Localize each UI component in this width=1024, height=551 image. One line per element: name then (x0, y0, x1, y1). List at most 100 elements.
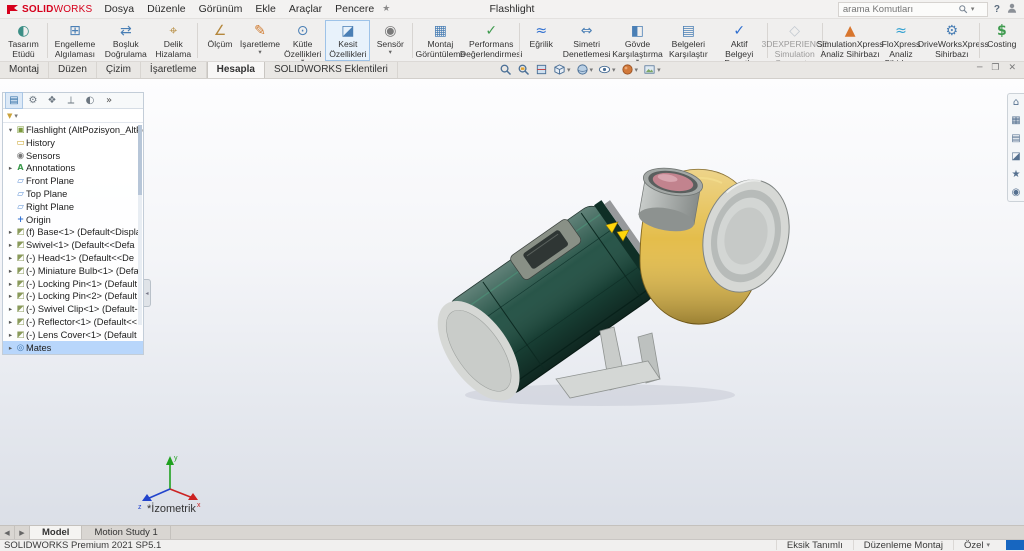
tree-filter[interactable]: ▼ ▾ (3, 109, 143, 123)
tree-item-locking-pin-2[interactable]: ▸(-) Locking Pin<2> (Default (3, 290, 143, 303)
tool-design-study[interactable]: Tasarım Etüdü (2, 20, 45, 61)
zoom-area-icon[interactable] (516, 63, 531, 76)
user-login-icon[interactable] (1006, 2, 1018, 17)
tab-isaretleme[interactable]: İşaretleme (141, 62, 207, 78)
tree-item-front-plane[interactable]: Front Plane (3, 175, 143, 188)
appearances-icon[interactable]: ★ (1012, 169, 1021, 180)
command-search[interactable]: ▾ (838, 2, 988, 17)
expander-icon[interactable]: ▸ (6, 164, 15, 172)
tree-item-miniature-bulb[interactable]: ▸(-) Miniature Bulb<1> (Defa (3, 264, 143, 277)
expander-icon[interactable]: ▸ (6, 267, 15, 275)
tool-hole-alignment[interactable]: Delik Hizalama (151, 20, 195, 61)
expander-icon[interactable]: ▸ (6, 331, 15, 339)
tree-item-lens-cover[interactable]: ▸(-) Lens Cover<1> (Default (3, 328, 143, 341)
expander-icon[interactable]: ▸ (6, 305, 15, 313)
minimize-icon[interactable]: ─ (977, 63, 982, 73)
home-icon[interactable]: ⌂ (1013, 97, 1019, 108)
tree-item-history[interactable]: History (3, 137, 143, 150)
menu-gorunum[interactable]: Görünüm (199, 3, 243, 15)
tree-item-right-plane[interactable]: Right Plane (3, 200, 143, 213)
tree-item-annotations[interactable]: ▸Annotations (3, 162, 143, 175)
apply-scene-icon[interactable]: ▾ (642, 63, 662, 76)
expander-icon[interactable]: ▸ (6, 344, 15, 352)
connection-status-indicator[interactable] (1006, 540, 1024, 550)
chevron-down-icon[interactable]: ▾ (657, 66, 661, 74)
restore-icon[interactable]: ❐ (991, 63, 999, 73)
pane-collapse-handle[interactable]: ◂ (144, 279, 151, 307)
displaymanager-tab-icon[interactable] (81, 93, 99, 108)
custom-properties-icon[interactable]: ◉ (1012, 187, 1021, 198)
tool-section-properties[interactable]: Kesit Özellikleri (325, 20, 370, 61)
tree-item-top-plane[interactable]: Top Plane (3, 188, 143, 201)
tool-compare-bodies[interactable]: Gövde Karşılaştırma▾ (612, 20, 663, 61)
tab-montaj[interactable]: Montaj (0, 62, 49, 78)
units-selector[interactable]: Özel ▾ (953, 540, 1000, 550)
expander-icon[interactable]: ▾ (6, 126, 15, 134)
tree-item-swivel[interactable]: ▸Swivel<1> (Default<<Defa (3, 239, 143, 252)
featuremanager-tab-icon[interactable] (5, 92, 23, 109)
tab-model[interactable]: Model (30, 526, 82, 539)
tree-item-origin[interactable]: Origin (3, 213, 143, 226)
tool-check-active-document[interactable]: Aktif Belgeyi Denetle▾ (714, 20, 765, 61)
tab-duzen[interactable]: Düzen (49, 62, 97, 78)
hide-show-items-icon[interactable]: ▾ (597, 63, 617, 76)
menu-dosya[interactable]: Dosya (104, 3, 134, 15)
file-explorer-icon[interactable]: ▤ (1011, 133, 1020, 144)
expander-icon[interactable]: ▸ (6, 280, 15, 288)
tab-hesapla[interactable]: Hesapla (207, 62, 265, 78)
scroll-right-icon[interactable]: ▶ (15, 526, 30, 539)
scroll-left-icon[interactable]: ◀ (0, 526, 15, 539)
tree-item-base[interactable]: ▸(f) Base<1> (Default<Displa (3, 226, 143, 239)
tree-item-mates[interactable]: ▸Mates (3, 341, 143, 354)
help-icon[interactable]: ? (994, 4, 1000, 15)
tool-simulation-connector[interactable]: 3DEXPERIENCE Simulation Connector (769, 20, 820, 61)
edit-appearance-icon[interactable]: ▾ (620, 63, 640, 76)
view-palette-icon[interactable]: ◪ (1011, 151, 1020, 162)
menu-pin-icon[interactable]: ★ (382, 4, 390, 14)
tree-item-sensors[interactable]: Sensors (3, 149, 143, 162)
tree-root[interactable]: ▾ Flashlight (AltPozisyon_AltPozi (3, 123, 143, 137)
chevron-down-icon[interactable]: ▾ (612, 66, 616, 74)
filter-funnel-icon[interactable]: ▼ (7, 112, 12, 120)
tool-performance-evaluation[interactable]: Performans Değerlendirmesi (466, 20, 517, 61)
section-view-icon[interactable] (534, 63, 549, 76)
tool-driveworksxpress[interactable]: DriveWorksXpress Sihirbazı (926, 20, 977, 61)
expander-icon[interactable]: ▸ (6, 292, 15, 300)
tool-interference-detection[interactable]: Engelleme Algılaması (50, 20, 101, 61)
pane-scrollbar[interactable] (138, 125, 142, 325)
tool-compare-documents[interactable]: Belgeleri Karşılaştır (663, 20, 714, 61)
tool-assembly-visualization[interactable]: Montaj Görüntüleme (415, 20, 466, 61)
tool-mass-properties[interactable]: Kütle Özellikleri▾ (280, 20, 325, 61)
dimxpertmanager-tab-icon[interactable] (62, 93, 80, 108)
graphics-area[interactable]: y x z *İzometrik ▼ ▾ ▾ Flashlight (AltPo… (0, 79, 1024, 525)
propertymanager-tab-icon[interactable] (24, 93, 42, 108)
tab-cizim[interactable]: Çizim (97, 62, 141, 78)
chevron-down-icon[interactable]: ▾ (567, 66, 571, 74)
tab-solidworks-eklentileri[interactable]: SOLIDWORKS Eklentileri (265, 62, 398, 78)
menu-pencere[interactable]: Pencere (335, 3, 374, 15)
search-icon[interactable] (958, 4, 968, 14)
chevron-down-icon[interactable]: ▾ (590, 66, 594, 74)
menu-duzenle[interactable]: Düzenle (147, 3, 186, 15)
close-icon[interactable]: ✕ (1008, 63, 1016, 73)
tree-item-locking-pin-1[interactable]: ▸(-) Locking Pin<1> (Default (3, 277, 143, 290)
chevron-down-icon[interactable]: ▾ (986, 541, 990, 549)
zoom-fit-icon[interactable] (498, 63, 513, 76)
tool-costing[interactable]: Costing (982, 20, 1022, 61)
tab-motion-study-1[interactable]: Motion Study 1 (82, 526, 170, 539)
display-style-icon[interactable]: ▾ (575, 63, 595, 76)
tool-sensor[interactable]: Sensör▾ (370, 20, 410, 61)
tree-item-reflector[interactable]: ▸(-) Reflector<1> (Default<< (3, 316, 143, 329)
view-orientation-icon[interactable]: ▾ (552, 63, 572, 76)
tool-curvature[interactable]: Eğrilik (521, 20, 561, 61)
tool-simulationxpress[interactable]: SimulationXpress Analiz Sihirbazı (825, 20, 876, 61)
chevron-down-icon[interactable]: ▾ (635, 66, 639, 74)
menu-araclar[interactable]: Araçlar (289, 3, 322, 15)
chevron-down-icon[interactable]: ▾ (14, 112, 18, 120)
search-chevron-icon[interactable]: ▾ (971, 5, 975, 13)
configurationmanager-tab-icon[interactable] (43, 93, 61, 108)
expander-icon[interactable]: ▸ (6, 228, 15, 236)
tool-measure[interactable]: Ölçüm (200, 20, 240, 61)
tree-item-swivel-clip[interactable]: ▸(-) Swivel Clip<1> (Default- (3, 303, 143, 316)
pane-expand-icon[interactable] (100, 93, 118, 108)
